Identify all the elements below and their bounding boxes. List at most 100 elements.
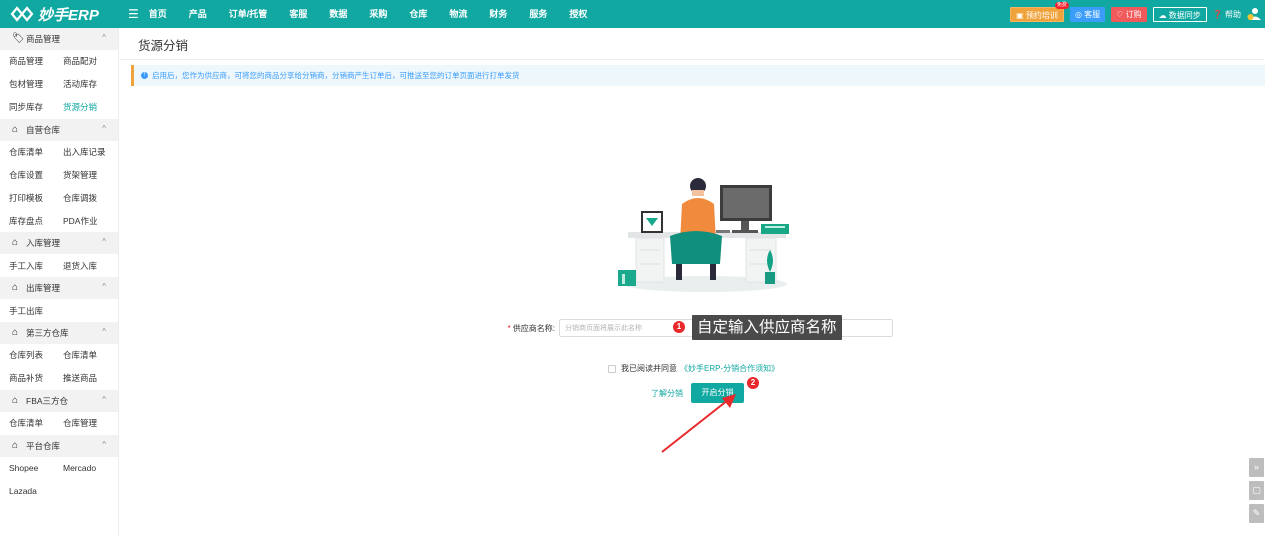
expand-icon[interactable]: » — [1249, 458, 1264, 477]
info-notice: ! 启用后，您作为供应商，可将您的商品分享给分销商，分销商产生订单后，可推送至您… — [131, 65, 1265, 86]
menu-toggle-icon[interactable]: ☰ — [128, 7, 139, 21]
sidebar-group-inbound[interactable]: ⌂ 入库管理 ^ — [0, 232, 118, 255]
sidebar-row: Shopee Mercado — [0, 457, 118, 480]
question-icon: ❓ — [1212, 9, 1223, 19]
nav-item-warehouse[interactable]: 仓库 — [398, 0, 438, 28]
user-avatar-icon[interactable] — [1247, 7, 1261, 21]
sidebar-group-title: 入库管理 — [26, 238, 61, 249]
sidebar-row: 仓库清单 仓库管理 — [0, 412, 118, 435]
sidebar-group-product-management[interactable]: 🏷 商品管理 ^ — [0, 28, 118, 50]
sidebar-item-sync-stock[interactable]: 同步库存 — [9, 101, 63, 113]
sidebar-item-manual-outbound[interactable]: 手工出库 — [9, 305, 63, 317]
sidebar-row: 商品补货 推送商品 — [0, 367, 118, 390]
sidebar-item-pda[interactable]: PDA作业 — [63, 215, 117, 227]
chevron-up-icon: ^ — [102, 282, 106, 292]
nav-item-product[interactable]: 产品 — [178, 0, 218, 28]
nav-item-finance[interactable]: 财务 — [478, 0, 518, 28]
sidebar-item-print-template[interactable]: 打印模板 — [9, 192, 63, 204]
sidebar-item-shelf-management[interactable]: 货架管理 — [63, 169, 117, 181]
sidebar-item-product-pairing[interactable]: 商品配对 — [63, 55, 117, 67]
agreement-link[interactable]: 《妙手ERP-分销合作须知》 — [680, 363, 779, 374]
toolbar-right: ▣ 预约培训 免费 ◎ 客服 ♡ 订购 ☁ 数据同步 ❓ 帮助 — [1010, 0, 1261, 28]
agree-checkbox[interactable] — [608, 364, 616, 373]
warehouse-icon: ⌂ — [12, 237, 19, 249]
sidebar-group-title: 商品管理 — [26, 34, 61, 44]
tag-icon: 🏷 — [12, 33, 25, 44]
nav-item-customer-service[interactable]: 客服 — [278, 0, 318, 28]
nav-item-orders[interactable]: 订单/托管 — [218, 0, 279, 28]
sidebar-group-outbound[interactable]: ⌂ 出库管理 ^ — [0, 277, 118, 300]
agreement-row: 我已阅读并同意 《妙手ERP-分销合作须知》 — [608, 363, 779, 374]
sidebar-row: Lazada — [0, 480, 118, 503]
data-sync-button[interactable]: ☁ 数据同步 — [1152, 6, 1207, 22]
sidebar-item-stock-check[interactable]: 库存盘点 — [9, 215, 63, 227]
data-sync-label: 数据同步 — [1168, 10, 1201, 20]
chevron-up-icon: ^ — [102, 439, 106, 449]
page-title: 货源分销 — [138, 39, 189, 53]
sidebar-row: 仓库列表 仓库清单 — [0, 344, 118, 367]
sidebar-item-warehouse-list-3p[interactable]: 仓库列表 — [9, 349, 63, 361]
warehouse-icon: ⌂ — [12, 327, 19, 339]
sidebar-item-warehouse-settings[interactable]: 仓库设置 — [9, 169, 63, 181]
sidebar-group-title: 自营仓库 — [26, 124, 61, 135]
sidebar-item-warehouse-inventory-3p[interactable]: 仓库清单 — [63, 349, 117, 361]
window-icon[interactable]: ▢ — [1249, 481, 1264, 500]
side-tools: » ▢ ✎ — [1249, 458, 1265, 527]
sidebar-item-campaign-stock[interactable]: 活动库存 — [63, 78, 117, 90]
sidebar-group-title: 第三方仓库 — [26, 328, 69, 339]
nav-item-authorize[interactable]: 授权 — [558, 0, 598, 28]
divider — [120, 59, 1265, 60]
chevron-up-icon: ^ — [102, 237, 106, 247]
sidebar-group-third-party-warehouse[interactable]: ⌂ 第三方仓库 ^ — [0, 322, 118, 345]
cloud-icon: ☁ — [1158, 10, 1167, 20]
sidebar-item-product-management[interactable]: 商品管理 — [9, 55, 63, 67]
service-label: 客服 — [1084, 9, 1101, 19]
app-logo[interactable]: 妙手ERP — [0, 0, 128, 28]
help-link[interactable]: ❓ 帮助 — [1213, 9, 1241, 20]
top-navbar: 妙手ERP ☰ 首页 产品 订单/托管 客服 数据 采购 仓库 物流 财务 服务… — [0, 0, 1265, 28]
service-button[interactable]: ◎ 客服 — [1069, 6, 1106, 22]
nav-item-data[interactable]: 数据 — [318, 0, 358, 28]
sidebar-item-return-inbound[interactable]: 退货入库 — [63, 260, 117, 272]
sidebar-item-replenish[interactable]: 商品补货 — [9, 372, 63, 384]
sidebar-item-warehouse-list[interactable]: 仓库清单 — [9, 146, 63, 158]
sidebar-item-inout-records[interactable]: 出入库记录 — [63, 146, 117, 158]
sidebar-item-lazada[interactable]: Lazada — [9, 486, 63, 496]
sidebar-item-manual-inbound[interactable]: 手工入库 — [9, 260, 63, 272]
sidebar-item-shopee[interactable]: Shopee — [9, 463, 63, 473]
calendar-icon: ▣ — [1016, 10, 1024, 20]
sidebar-item-fba-inventory[interactable]: 仓库清单 — [9, 417, 63, 429]
sidebar-item-fba-management[interactable]: 仓库管理 — [63, 417, 117, 429]
order-button[interactable]: ♡ 订购 — [1111, 6, 1147, 22]
info-icon: ! — [141, 72, 148, 79]
distribution-illustration — [618, 178, 789, 292]
training-button[interactable]: ▣ 预约培训 免费 — [1010, 1, 1069, 22]
notice-text: 启用后，您作为供应商，可将您的商品分享给分销商，分销商产生订单后，可推送至您的订… — [152, 71, 520, 80]
chat-icon: ◎ — [1074, 9, 1082, 19]
sidebar-item-warehouse-transfer[interactable]: 仓库调拨 — [63, 192, 117, 204]
sidebar-group-own-warehouse[interactable]: ⌂ 自营仓库 ^ — [0, 118, 118, 141]
edit-icon[interactable]: ✎ — [1249, 504, 1264, 523]
nav-item-purchase[interactable]: 采购 — [358, 0, 398, 28]
nav-item-service[interactable]: 服务 — [518, 0, 558, 28]
sidebar-group-platform-warehouse[interactable]: ⌂ 平台仓库 ^ — [0, 434, 118, 457]
sidebar-group-fba[interactable]: ⌂ FBA三方仓 ^ — [0, 389, 118, 412]
sidebar-item-push-product[interactable]: 推送商品 — [63, 372, 117, 384]
required-mark: * — [507, 323, 511, 333]
annotation-label-1: 自定输入供应商名称 — [692, 315, 842, 340]
sidebar-item-packaging[interactable]: 包材管理 — [9, 78, 63, 90]
training-label: 预约培训 — [1025, 10, 1058, 20]
nav-item-home[interactable]: 首页 — [147, 0, 178, 28]
annotation-badge-1: 1 — [673, 321, 685, 333]
sidebar-row: 同步库存 货源分销 — [0, 96, 118, 119]
sidebar-item-source-distribution[interactable]: 货源分销 — [63, 101, 117, 113]
agree-text: 我已阅读并同意 — [621, 364, 677, 373]
nav-item-logistics[interactable]: 物流 — [438, 0, 478, 28]
sidebar-item-mercado[interactable]: Mercado — [63, 463, 117, 473]
sidebar-row: 仓库清单 出入库记录 — [0, 141, 118, 164]
sidebar-row: 包材管理 活动库存 — [0, 73, 118, 96]
order-label: 订购 — [1125, 9, 1142, 19]
supplier-name-label-text: 供应商名称: — [512, 323, 555, 333]
sidebar-row: 打印模板 仓库调拨 — [0, 186, 118, 209]
logo-icon — [10, 6, 34, 22]
